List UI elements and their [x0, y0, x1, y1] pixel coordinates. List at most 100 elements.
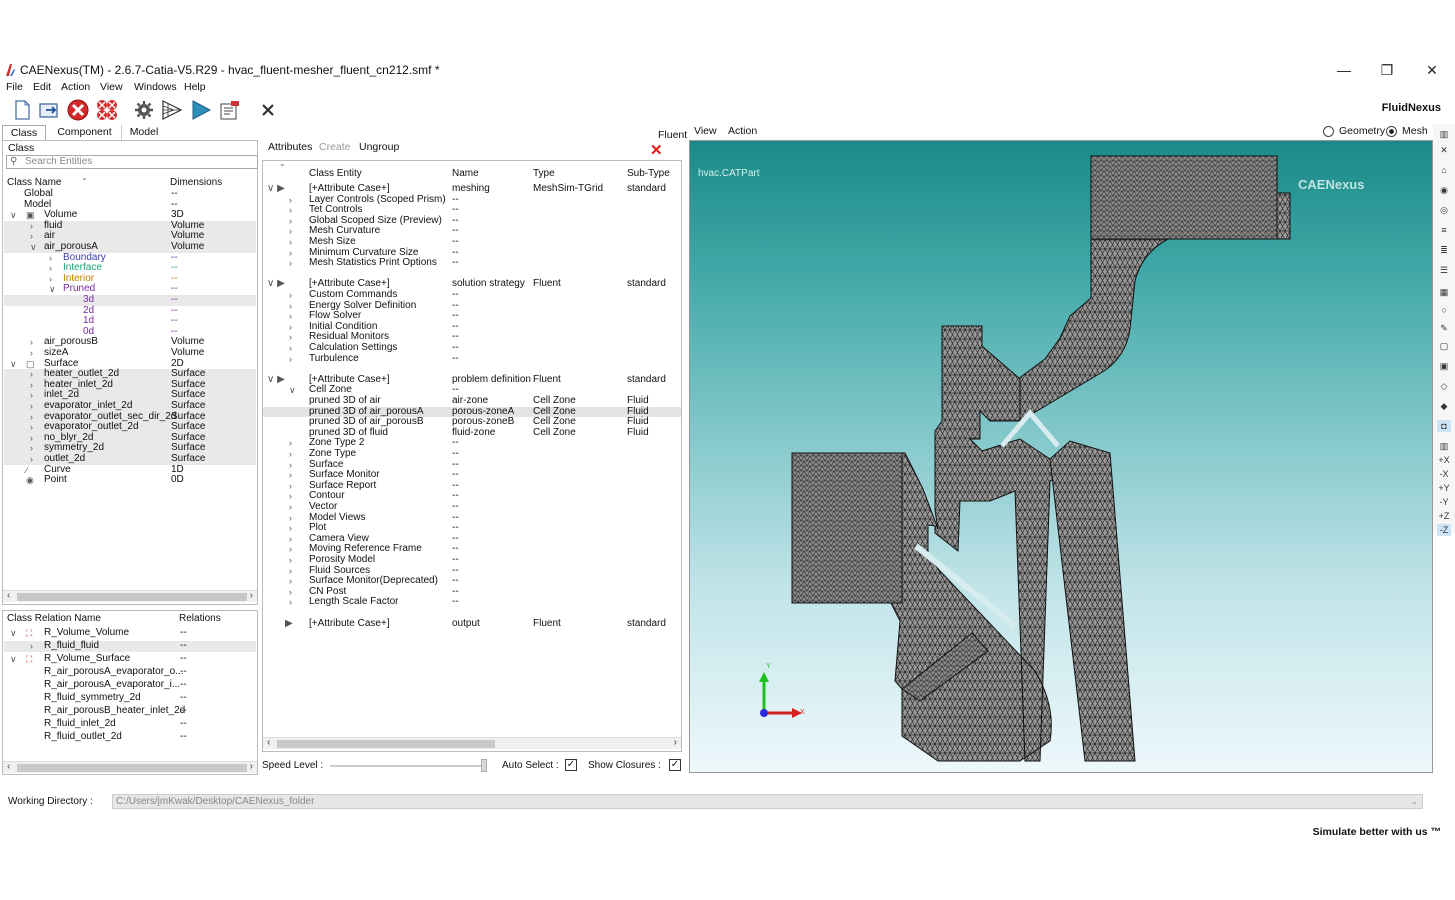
close-window-button[interactable]: ✕	[1417, 60, 1447, 80]
expand-chevron-icon[interactable]: ›	[289, 354, 292, 365]
class-tree-row[interactable]: › air Volume	[4, 231, 256, 242]
view-plus-y-button[interactable]: +Y	[1437, 482, 1451, 494]
delete-icon[interactable]: ✕	[650, 141, 663, 159]
geometry-radio[interactable]	[1323, 126, 1334, 137]
menu-view[interactable]: View	[100, 81, 123, 93]
expand-chevron-icon[interactable]: ›	[289, 491, 292, 502]
class-tree-row[interactable]: Global --	[4, 188, 256, 200]
box-icon[interactable]: ▢	[1437, 340, 1451, 352]
expand-chevron-icon[interactable]: ›	[289, 555, 292, 566]
relation-tree-row[interactable]: ∨ ⛶ R_Volume_Volume --	[4, 627, 256, 639]
stop-icon[interactable]	[66, 98, 90, 122]
relation-tree-row[interactable]: R_fluid_inlet_2d --	[4, 718, 256, 730]
menu-file[interactable]: File	[6, 81, 23, 93]
attribute-row[interactable]: ∨ ▶ [+Attribute Case+] meshing MeshSim-TGri…	[263, 183, 681, 195]
chevron-right-icon[interactable]: ›	[30, 422, 33, 433]
pencil-icon[interactable]: ✎	[1437, 322, 1451, 334]
tab-class[interactable]: Class	[2, 125, 46, 140]
relation-hscrollbar[interactable]: ‹ ›	[3, 761, 257, 773]
class-tree-row[interactable]: › air_porousB Volume	[4, 337, 256, 348]
relation-tree-row[interactable]: R_air_porousA_evaporator_o... --	[4, 666, 256, 678]
chevron-right-icon[interactable]: ›	[30, 380, 33, 391]
scroll-right-icon[interactable]: ›	[250, 590, 253, 601]
close-tool-icon[interactable]	[256, 98, 280, 122]
col-relation-name[interactable]: Class Relation Name	[7, 613, 101, 624]
class-tree-row[interactable]: › sizeA Volume	[4, 347, 256, 359]
menu-windows[interactable]: Windows	[134, 81, 177, 93]
tab-attributes[interactable]: Attributes	[268, 141, 312, 153]
chevron-down-icon[interactable]: ∨	[10, 654, 17, 665]
iso-icon[interactable]: ◇	[1437, 380, 1451, 392]
attribute-row[interactable]: › Length Scale Factor --	[263, 597, 681, 608]
mesh-settings-icon[interactable]	[132, 98, 156, 122]
viewport-menu-view[interactable]: View	[694, 125, 717, 137]
auto-select-checkbox[interactable]: ✓	[565, 759, 577, 771]
report-icon[interactable]	[218, 98, 242, 122]
scroll-right-icon[interactable]: ›	[674, 737, 677, 748]
cube-icon[interactable]: ▣	[1437, 360, 1451, 372]
chevron-down-icon[interactable]: ∨	[10, 359, 17, 370]
speed-slider-track[interactable]	[330, 765, 485, 767]
expand-chevron-icon[interactable]: ›	[289, 301, 292, 312]
relation-tree-row[interactable]: ∨ ⛶ R_Volume_Surface --	[4, 653, 256, 665]
expand-chevron-icon[interactable]: ›	[289, 534, 292, 545]
col-sub-type[interactable]: Sub-Type	[627, 168, 670, 179]
chevron-right-icon[interactable]: ›	[30, 412, 33, 423]
create-button[interactable]: Create	[319, 141, 351, 153]
col-name[interactable]: Name	[452, 168, 479, 179]
relation-tree-row[interactable]: R_fluid_outlet_2d --	[4, 731, 256, 743]
rotate-icon[interactable]: ○	[1437, 304, 1451, 316]
expand-chevron-icon[interactable]: ›	[289, 195, 292, 206]
expand-chevron-icon[interactable]: ›	[289, 322, 292, 333]
expand-chevron-icon[interactable]: ›	[289, 343, 292, 354]
sort-chevron-icon[interactable]: ⌄	[81, 173, 88, 182]
expand-chevron-icon[interactable]: ›	[289, 544, 292, 555]
col-relations[interactable]: Relations	[179, 613, 221, 624]
menu-action[interactable]: Action	[61, 81, 90, 93]
chevron-right-icon[interactable]: ›	[30, 337, 33, 348]
chevron-right-icon[interactable]: ›	[30, 433, 33, 444]
expand-chevron-icon[interactable]: ›	[289, 237, 292, 248]
scroll-left-icon[interactable]: ‹	[7, 590, 10, 601]
stop-all-icon[interactable]	[95, 98, 119, 122]
class-tree-row[interactable]: › Interface --	[4, 263, 256, 274]
chevron-down-icon[interactable]: ∨	[49, 284, 56, 295]
menu-edit[interactable]: Edit	[33, 81, 51, 93]
scroll-right-icon[interactable]: ›	[250, 761, 253, 772]
chevron-right-icon[interactable]: ›	[30, 641, 33, 652]
class-tree-row[interactable]: ▢ ∨ Surface 2D	[4, 358, 256, 370]
chevron-down-icon[interactable]: ∨	[10, 628, 17, 639]
mesh-radio[interactable]	[1386, 126, 1397, 137]
relation-tree-row[interactable]: R_air_porousA_evaporator_i... --	[4, 679, 256, 691]
col-dimensions[interactable]: Dimensions	[170, 177, 222, 188]
run-solver-icon[interactable]	[189, 98, 213, 122]
col-class-entity[interactable]: Class Entity	[309, 168, 362, 179]
chevron-right-icon[interactable]: ›	[30, 221, 33, 232]
hide-icon[interactable]: ◎	[1437, 204, 1451, 216]
ungroup-button[interactable]: Ungroup	[359, 141, 399, 153]
expand-chevron-icon[interactable]: ∨ ▶	[267, 183, 285, 195]
view-plus-x-button[interactable]: +X	[1437, 454, 1451, 466]
viewport-menu-action[interactable]: Action	[728, 125, 757, 137]
relation-tree-row[interactable]: R_fluid_symmetry_2d --	[4, 692, 256, 704]
grid-icon[interactable]: ▦	[1437, 286, 1451, 298]
expand-chevron-icon[interactable]: ›	[289, 523, 292, 534]
chevron-right-icon[interactable]: ›	[30, 348, 33, 359]
home-view-icon[interactable]: ⌂	[1437, 164, 1451, 176]
class-tree-row[interactable]: 3d --	[4, 294, 256, 306]
class-scroll-thumb[interactable]	[17, 593, 247, 601]
chevron-right-icon[interactable]: ›	[30, 231, 33, 242]
class-tree-row[interactable]: › no_blyr_2d Surface	[4, 432, 256, 444]
expand-chevron-icon[interactable]: ›	[289, 576, 292, 587]
relation-scroll-thumb[interactable]	[17, 764, 247, 772]
col-type[interactable]: Type	[533, 168, 555, 179]
attribute-row[interactable]: › Vector --	[263, 501, 681, 513]
expand-chevron-icon[interactable]: ›	[289, 449, 292, 460]
expand-chevron-icon[interactable]: ›	[289, 438, 292, 449]
attribute-row[interactable]: › Mesh Statistics Print Options --	[263, 258, 681, 269]
show-closures-checkbox[interactable]: ✓	[669, 759, 681, 771]
open-file-icon[interactable]	[37, 98, 61, 122]
expand-chevron-icon[interactable]: ∨ ▶	[267, 374, 285, 386]
class-tree-row[interactable]: › outlet_2d Surface	[4, 453, 256, 465]
view-minus-z-button[interactable]: -Z	[1437, 524, 1451, 536]
